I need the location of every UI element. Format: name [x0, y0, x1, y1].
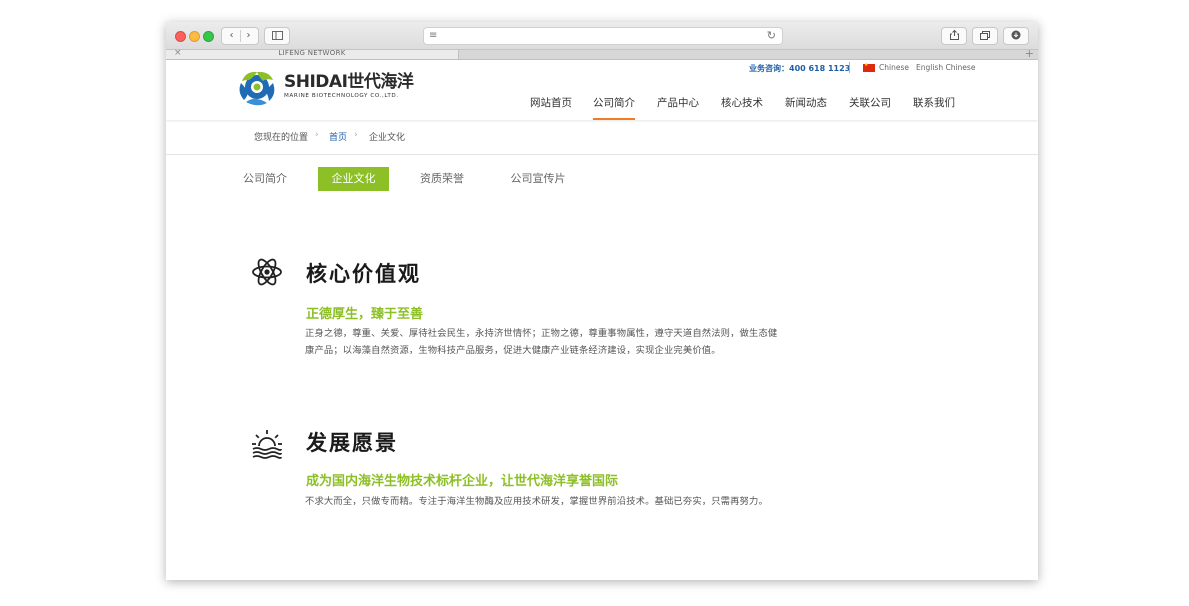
subnav-item-honors[interactable]: 资质荣誉	[412, 167, 472, 191]
section-body: 正身之德，尊重、关爱、厚待社会民生，永持济世情怀；正物之德，尊重事物属性，遵守天…	[305, 328, 778, 356]
header-divider	[849, 62, 850, 73]
section-subtitle: 成为国内海洋生物技术标杆企业，让世代海洋享誉国际	[306, 474, 619, 489]
reload-icon[interactable]: ↻	[767, 28, 776, 43]
hotline-text: 业务咨询：400 618 1123	[749, 64, 851, 73]
section-subtitle: 正德厚生，臻于至善	[306, 307, 424, 322]
language-english-link[interactable]: English Chinese	[916, 63, 975, 72]
section-title: 发展愿景	[306, 430, 398, 455]
breadcrumb-separator: ›	[354, 130, 358, 140]
download-icon	[1011, 30, 1021, 40]
logo-name: SHIDAI世代海洋	[284, 72, 414, 92]
back-icon[interactable]: ‹	[223, 28, 240, 43]
nav-item-news[interactable]: 新闻动态	[785, 95, 827, 120]
breadcrumb-current: 企业文化	[369, 133, 406, 143]
tab-strip: × LIFENG NETWORK +	[166, 47, 1038, 60]
china-flag-icon	[863, 62, 875, 72]
reader-icon[interactable]: ≡	[429, 28, 437, 43]
site-header: SHIDAI世代海洋 MARINE BIOTECHNOLOGY CO.,LTD.…	[166, 60, 1038, 120]
tabs-icon	[980, 31, 990, 40]
breadcrumb-separator: ›	[315, 130, 319, 140]
sidebar-icon	[271, 31, 283, 40]
address-bar[interactable]: ≡ ↻	[423, 27, 783, 45]
nav-item-home[interactable]: 网站首页	[530, 95, 572, 120]
logo-text[interactable]: SHIDAI世代海洋 MARINE BIOTECHNOLOGY CO.,LTD.	[284, 72, 414, 99]
nav-item-products[interactable]: 产品中心	[657, 95, 699, 120]
logo-icon[interactable]	[236, 67, 278, 107]
nav-divider	[240, 30, 241, 42]
share-button[interactable]	[941, 27, 967, 45]
subnav-item-profile[interactable]: 公司简介	[235, 167, 295, 191]
share-icon	[949, 29, 959, 40]
sub-nav: 公司简介 企业文化 资质荣誉 公司宣传片	[166, 167, 1038, 193]
forward-icon[interactable]: ›	[240, 28, 257, 43]
browser-tab[interactable]: × LIFENG NETWORK	[166, 48, 459, 59]
browser-window: ‹ › ≡ ↻ × LIFENG NETWORK + SHIDAI世代海洋 MA…	[166, 22, 1038, 580]
language-chinese-link[interactable]: Chinese	[879, 63, 909, 72]
logo-subtitle: MARINE BIOTECHNOLOGY CO.,LTD.	[284, 93, 399, 99]
minimize-window-button[interactable]	[189, 31, 200, 42]
tab-title: LIFENG NETWORK	[278, 49, 346, 57]
nav-item-technology[interactable]: 核心技术	[721, 95, 763, 120]
breadcrumb: 您现在的位置 › 首页 › 企业文化	[166, 122, 1038, 155]
breadcrumb-label: 您现在的位置	[254, 133, 309, 143]
section-body: 不求大而全，只做专而精。专注于海洋生物酶及应用技术研发，掌握世界前沿技术。基础已…	[305, 496, 768, 507]
zoom-window-button[interactable]	[203, 31, 214, 42]
new-tab-icon[interactable]: +	[1025, 47, 1034, 60]
breadcrumb-home-link[interactable]: 首页	[329, 130, 347, 143]
subnav-item-culture[interactable]: 企业文化	[318, 167, 389, 191]
section-title: 核心价值观	[306, 261, 421, 286]
browser-toolbar: ‹ › ≡ ↻	[166, 22, 1038, 50]
nav-item-contact[interactable]: 联系我们	[913, 95, 955, 120]
show-tabs-button[interactable]	[972, 27, 998, 45]
sidebar-toggle-button[interactable]	[264, 27, 290, 45]
history-nav: ‹ ›	[221, 27, 259, 45]
close-window-button[interactable]	[175, 31, 186, 42]
downloads-button[interactable]	[1003, 27, 1029, 45]
sunrise-icon	[252, 430, 282, 459]
subnav-item-video[interactable]: 公司宣传片	[503, 167, 573, 191]
atom-icon	[252, 258, 282, 286]
nav-item-about[interactable]: 公司简介	[593, 95, 635, 120]
nav-item-affiliates[interactable]: 关联公司	[849, 95, 891, 120]
